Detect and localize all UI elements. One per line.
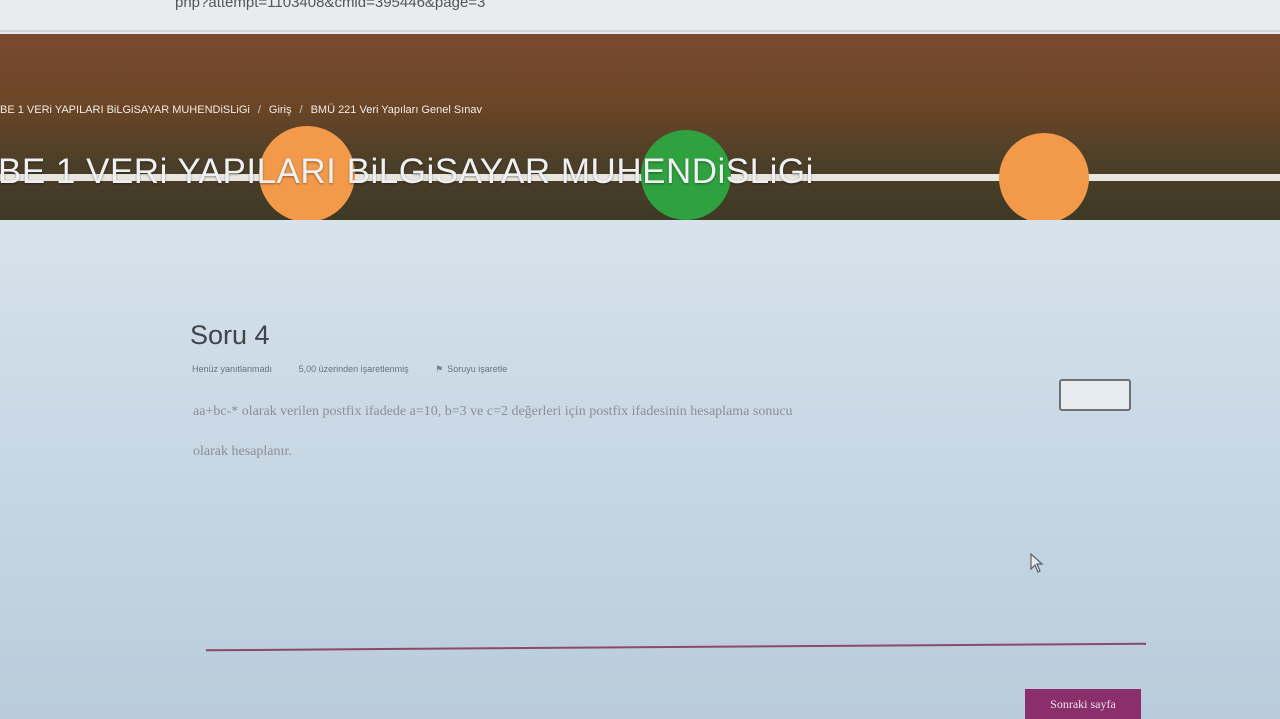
answer-input[interactable]	[1059, 379, 1131, 411]
breadcrumb-home[interactable]: Giriş	[269, 104, 292, 116]
question-text-line1: aa+bc-* olarak verilen postfix ifadede a…	[193, 404, 793, 419]
browser-url-bar[interactable]: php?attempt=1103408&cmid=395446&page=3	[0, 0, 1280, 32]
question-points: 5,00 üzerinden işaretlenmiş	[298, 364, 409, 374]
question-text: aa+bc-* olarak verilen postfix ifadede a…	[193, 392, 1063, 472]
next-page-button[interactable]: Sonraki sayfa	[1025, 689, 1141, 719]
question-divider	[206, 642, 1146, 652]
course-title: BE 1 VERi YAPILARI BiLGiSAYAR MUHENDiSLi…	[0, 152, 814, 191]
question-status: Henüz yanıtlanmadı	[192, 364, 273, 374]
breadcrumb-quiz[interactable]: BMÜ 221 Veri Yapıları Genel Sınav	[311, 104, 482, 116]
course-header: BE 1 VERi YAPILARI BiLGiSAYAR MUHENDiSLi…	[0, 34, 1280, 220]
url-text: php?attempt=1103408&cmid=395446&page=3	[175, 0, 486, 11]
question-info: Henüz yanıtlanmadı 5,00 üzerinden işaret…	[192, 364, 531, 375]
flag-question-link[interactable]: Soruyu işaretle	[447, 364, 507, 374]
breadcrumb: BE 1 VERi YAPILARI BiLGiSAYAR MUHENDiSLi…	[0, 104, 482, 116]
flag-icon[interactable]: ⚑	[435, 364, 443, 374]
breadcrumb-course[interactable]: BE 1 VERi YAPILARI BiLGiSAYAR MUHENDiSLi…	[0, 104, 250, 116]
question-title: Soru 4	[190, 320, 270, 350]
decorative-orange-circle-right	[999, 133, 1089, 220]
mouse-cursor-icon	[1030, 553, 1044, 573]
question-text-line2: olarak hesaplanır.	[193, 444, 292, 459]
